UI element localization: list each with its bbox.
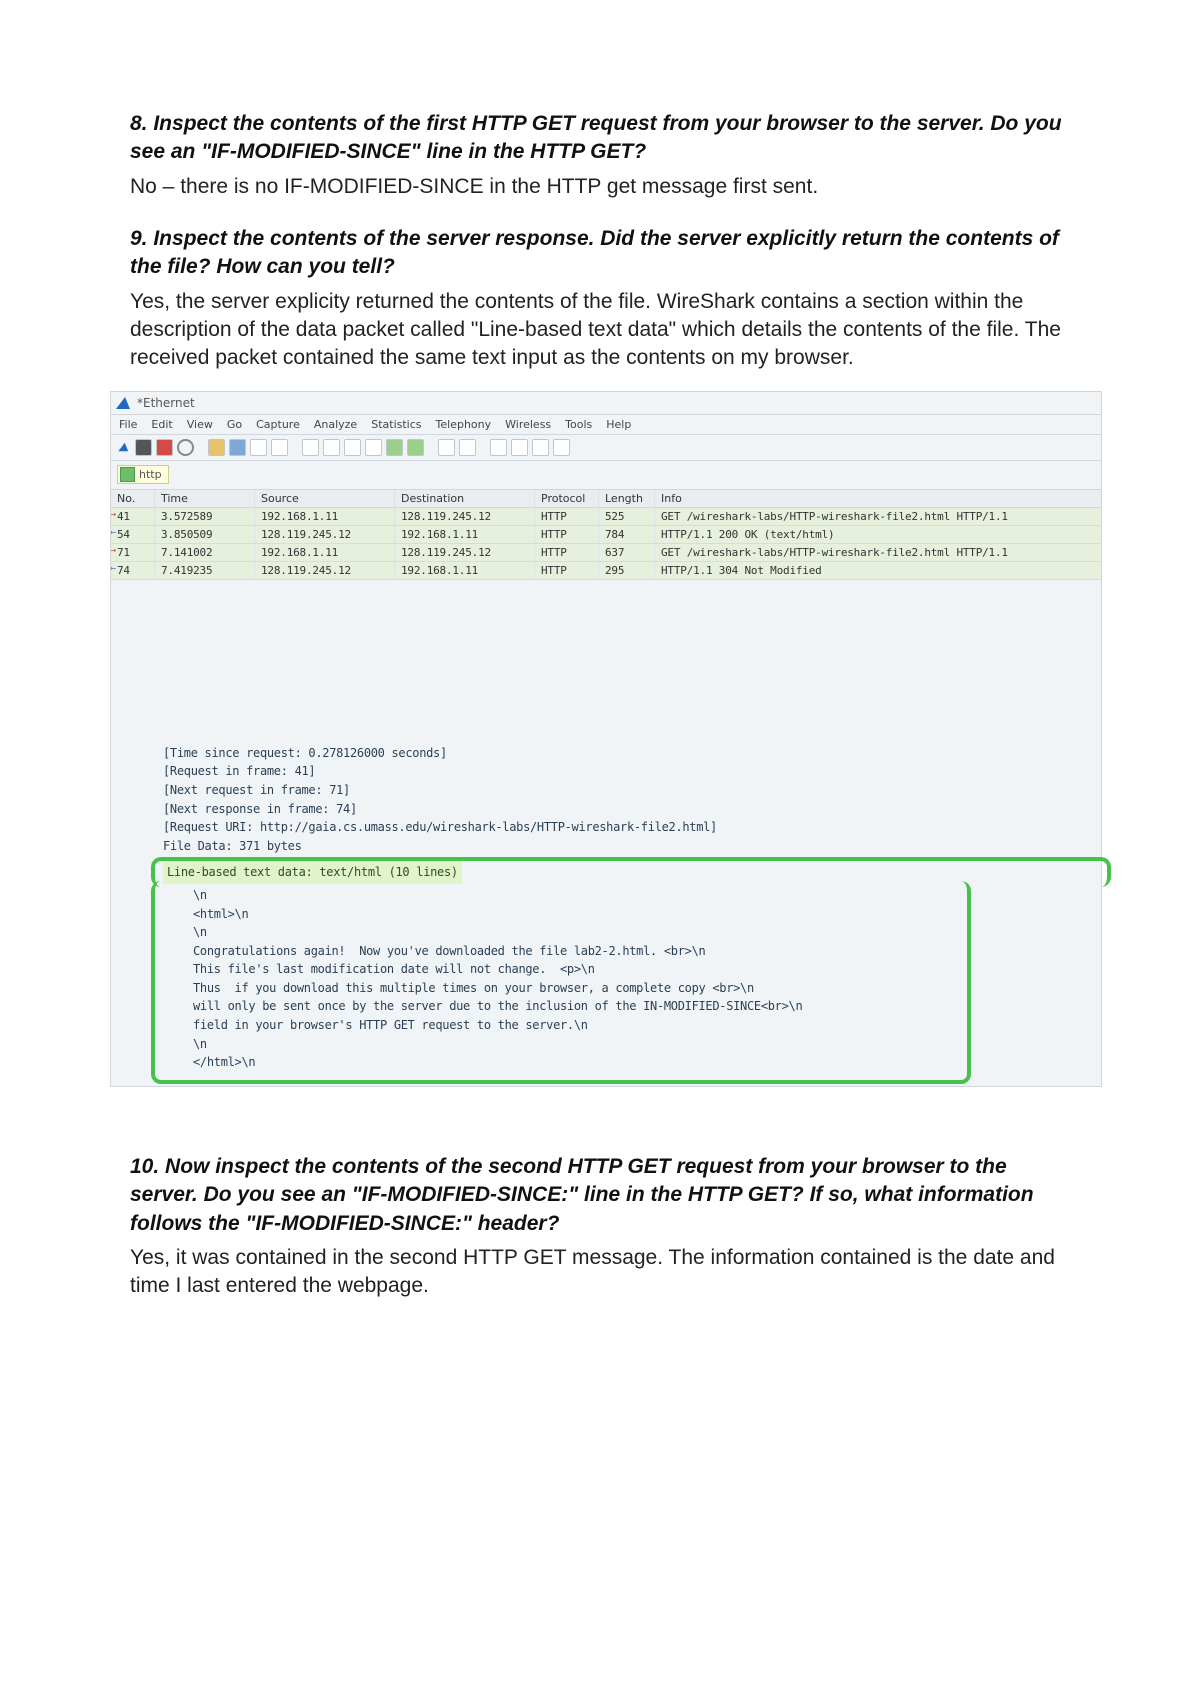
line-based-line: <html>\n bbox=[193, 905, 1101, 924]
wireshark-filter-bar: http bbox=[111, 461, 1101, 490]
toolbar-open-icon[interactable] bbox=[208, 439, 225, 456]
detail-next-response: [Next response in frame: 74] bbox=[163, 800, 1101, 819]
toolbar-autoscroll-icon[interactable] bbox=[438, 439, 455, 456]
menu-statistics[interactable]: Statistics bbox=[371, 418, 421, 431]
line-based-line: This file's last modification date will … bbox=[193, 960, 1101, 979]
toolbar-next-icon[interactable] bbox=[344, 439, 361, 456]
menu-capture[interactable]: Capture bbox=[256, 418, 300, 431]
packet-row[interactable]: ←747.419235128.119.245.12192.168.1.11HTT… bbox=[111, 562, 1101, 580]
toolbar-zoom-out-icon[interactable] bbox=[511, 439, 528, 456]
line-based-line: Thus if you download this multiple times… bbox=[193, 979, 1101, 998]
document-page: 8. Inspect the contents of the first HTT… bbox=[0, 0, 1200, 1698]
toolbar-colorize-icon[interactable] bbox=[459, 439, 476, 456]
toolbar-find-icon[interactable] bbox=[302, 439, 319, 456]
menu-edit[interactable]: Edit bbox=[151, 418, 172, 431]
line-based-line: will only be sent once by the server due… bbox=[193, 997, 1101, 1016]
menu-view[interactable]: View bbox=[187, 418, 213, 431]
toolbar-restart-icon[interactable] bbox=[177, 439, 194, 456]
packet-list[interactable]: →413.572589192.168.1.11128.119.245.12HTT… bbox=[111, 508, 1101, 580]
question-8-prompt: 8. Inspect the contents of the first HTT… bbox=[130, 110, 1070, 167]
menu-file[interactable]: File bbox=[119, 418, 137, 431]
packet-row[interactable]: ←543.850509128.119.245.12192.168.1.11HTT… bbox=[111, 526, 1101, 544]
detail-next-request: [Next request in frame: 71] bbox=[163, 781, 1101, 800]
toolbar-save-icon[interactable] bbox=[229, 439, 246, 456]
col-info[interactable]: Info bbox=[655, 490, 1101, 507]
packet-row[interactable]: →717.141002192.168.1.11128.119.245.12HTT… bbox=[111, 544, 1101, 562]
menu-tools[interactable]: Tools bbox=[565, 418, 592, 431]
wireshark-titlebar: *Ethernet bbox=[111, 392, 1101, 415]
toolbar-jump-icon[interactable] bbox=[365, 439, 382, 456]
line-based-line: Congratulations again! Now you've downlo… bbox=[193, 942, 1101, 961]
toolbar-zoom-reset-icon[interactable] bbox=[532, 439, 549, 456]
packet-direction-icon: → bbox=[111, 510, 116, 520]
line-based-line: field in your browser's HTTP GET request… bbox=[193, 1016, 1101, 1035]
display-filter-input[interactable]: http bbox=[117, 465, 169, 484]
filter-text: http bbox=[139, 468, 162, 481]
question-8-answer: No – there is no IF-MODIFIED-SINCE in th… bbox=[130, 173, 1070, 201]
question-10-answer: Yes, it was contained in the second HTTP… bbox=[130, 1244, 1070, 1301]
menu-wireless[interactable]: Wireless bbox=[505, 418, 551, 431]
question-10-prompt: 10. Now inspect the contents of the seco… bbox=[130, 1153, 1070, 1238]
wireshark-fin-icon bbox=[116, 397, 132, 409]
col-protocol[interactable]: Protocol bbox=[535, 490, 599, 507]
packet-list-header: No. Time Source Destination Protocol Len… bbox=[111, 490, 1101, 508]
toolbar-record-icon[interactable] bbox=[156, 439, 173, 456]
toolbar-prev-icon[interactable] bbox=[323, 439, 340, 456]
line-based-line: \n bbox=[193, 886, 1101, 905]
col-destination[interactable]: Destination bbox=[395, 490, 535, 507]
toolbar-zoom-in-icon[interactable] bbox=[490, 439, 507, 456]
packet-direction-icon: ← bbox=[111, 528, 116, 538]
toolbar-reload-icon[interactable] bbox=[271, 439, 288, 456]
menu-go[interactable]: Go bbox=[227, 418, 242, 431]
toolbar-first-icon[interactable] bbox=[386, 439, 403, 456]
toolbar-logo-icon bbox=[118, 443, 129, 451]
col-length[interactable]: Length bbox=[599, 490, 655, 507]
packet-direction-icon: → bbox=[111, 546, 116, 556]
question-9-prompt: 9. Inspect the contents of the server re… bbox=[130, 225, 1070, 282]
col-no[interactable]: No. bbox=[111, 490, 155, 507]
packet-details-pane[interactable]: [Time since request: 0.278126000 seconds… bbox=[111, 740, 1101, 1086]
col-time[interactable]: Time bbox=[155, 490, 255, 507]
line-based-line: \n bbox=[193, 1035, 1101, 1054]
toolbar-resize-cols-icon[interactable] bbox=[553, 439, 570, 456]
detail-request-frame: [Request in frame: 41] bbox=[163, 762, 1101, 781]
question-9-answer: Yes, the server explicity returned the c… bbox=[130, 288, 1070, 373]
packet-direction-icon: ← bbox=[111, 564, 116, 574]
line-based-body: \n<html>\n\nCongratulations again! Now y… bbox=[163, 884, 1101, 1078]
menu-analyze[interactable]: Analyze bbox=[314, 418, 357, 431]
menu-telephony[interactable]: Telephony bbox=[436, 418, 492, 431]
col-source[interactable]: Source bbox=[255, 490, 395, 507]
wireshark-title-text: *Ethernet bbox=[137, 396, 195, 410]
filter-bookmark-icon[interactable] bbox=[120, 467, 135, 482]
wireshark-menubar[interactable]: File Edit View Go Capture Analyze Statis… bbox=[111, 415, 1101, 435]
line-based-text-section: Line-based text data: text/html (10 line… bbox=[163, 861, 1101, 1078]
toolbar-close-icon[interactable] bbox=[250, 439, 267, 456]
detail-request-uri: [Request URI: http://gaia.cs.umass.edu/w… bbox=[163, 818, 1101, 837]
line-based-line: </html>\n bbox=[193, 1053, 1101, 1072]
menu-help[interactable]: Help bbox=[606, 418, 631, 431]
toolbar-stop-icon[interactable] bbox=[135, 439, 152, 456]
line-based-line: \n bbox=[193, 923, 1101, 942]
toolbar-last-icon[interactable] bbox=[407, 439, 424, 456]
packet-row[interactable]: →413.572589192.168.1.11128.119.245.12HTT… bbox=[111, 508, 1101, 526]
detail-time-since: [Time since request: 0.278126000 seconds… bbox=[163, 744, 1101, 763]
line-based-header[interactable]: Line-based text data: text/html (10 line… bbox=[163, 861, 462, 884]
wireshark-window: *Ethernet File Edit View Go Capture Anal… bbox=[110, 391, 1102, 1087]
detail-file-data: File Data: 371 bytes bbox=[163, 837, 1101, 856]
wireshark-toolbar bbox=[111, 435, 1101, 461]
